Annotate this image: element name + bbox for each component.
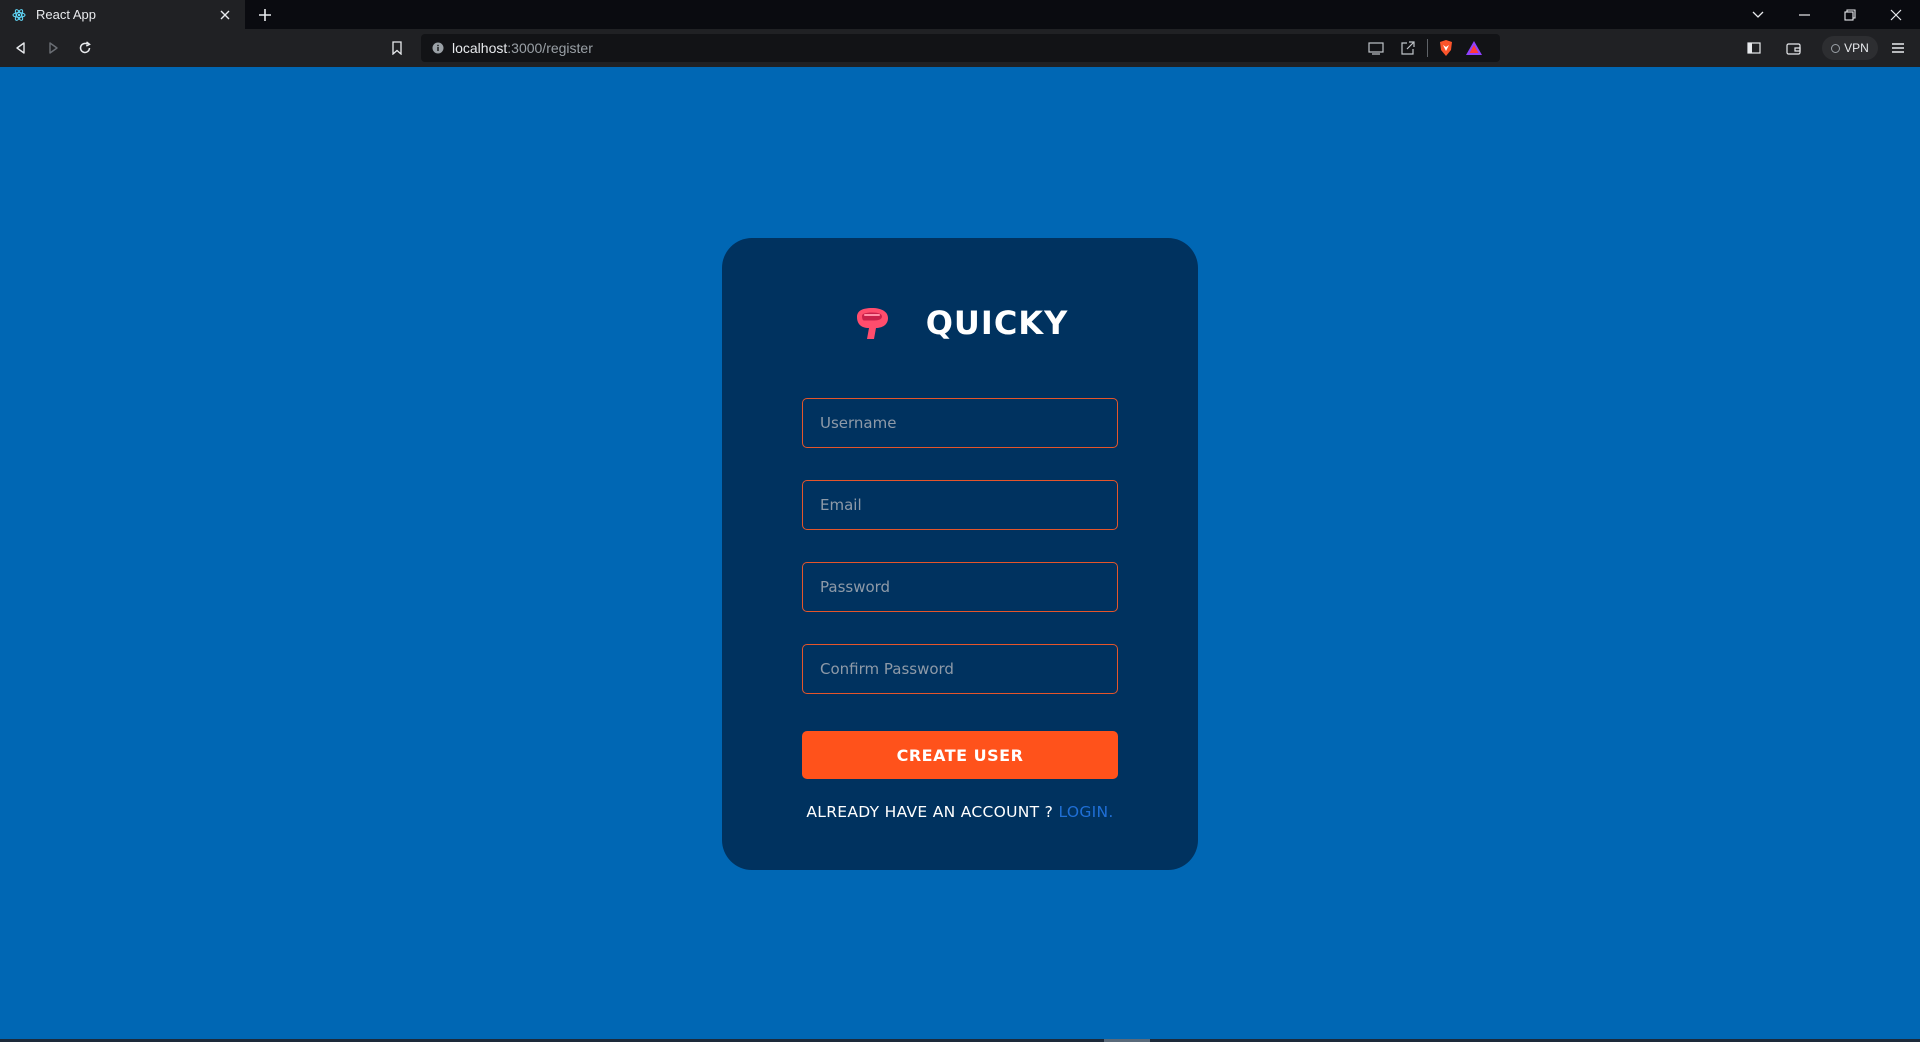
tab-search-icon[interactable]: [1736, 0, 1780, 29]
toolbar-divider: [1427, 39, 1428, 57]
confirm-password-input[interactable]: [802, 644, 1118, 694]
cast-icon[interactable]: [1368, 40, 1384, 60]
forward-icon[interactable]: [42, 37, 64, 59]
react-icon: [12, 8, 26, 22]
back-icon[interactable]: [10, 37, 32, 59]
register-card: QUICKY CREATE USER ALREADY HAVE AN ACCOU…: [722, 238, 1198, 870]
vpn-button[interactable]: VPN: [1822, 36, 1878, 60]
brave-shields-icon[interactable]: [1438, 39, 1454, 61]
create-user-button[interactable]: CREATE USER: [802, 731, 1118, 779]
brave-rewards-icon[interactable]: [1465, 40, 1483, 60]
menu-icon[interactable]: [1887, 37, 1909, 59]
restore-icon[interactable]: [1828, 0, 1872, 29]
quicky-logo-icon: [852, 303, 892, 343]
browser-toolbar: localhost:3000/register VPN: [0, 29, 1920, 67]
vpn-status-icon: [1831, 43, 1841, 53]
tab-title: React App: [36, 7, 96, 22]
password-input[interactable]: [802, 562, 1118, 612]
login-prompt-text: ALREADY HAVE AN ACCOUNT ?: [806, 803, 1059, 821]
browser-titlebar: React App: [0, 0, 1920, 29]
username-input[interactable]: [802, 398, 1118, 448]
login-prompt: ALREADY HAVE AN ACCOUNT ? LOGIN.: [722, 803, 1198, 821]
reload-icon[interactable]: [74, 37, 96, 59]
browser-tab[interactable]: React App: [0, 0, 245, 29]
address-bar[interactable]: localhost:3000/register: [421, 34, 1500, 62]
brand-name: QUICKY: [925, 304, 1069, 342]
login-link[interactable]: LOGIN.: [1058, 803, 1113, 821]
page-background: QUICKY CREATE USER ALREADY HAVE AN ACCOU…: [0, 67, 1920, 1042]
minimize-icon[interactable]: [1782, 0, 1826, 29]
brand-header: QUICKY: [722, 298, 1198, 348]
close-window-icon[interactable]: [1874, 0, 1918, 29]
wallet-icon[interactable]: [1782, 37, 1804, 59]
site-info-icon[interactable]: [432, 42, 444, 54]
bookmark-icon[interactable]: [386, 37, 408, 59]
share-icon[interactable]: [1400, 40, 1416, 60]
url-path: :3000/register: [507, 40, 593, 56]
url-host: localhost: [452, 40, 508, 56]
close-tab-icon[interactable]: [217, 7, 233, 23]
new-tab-icon[interactable]: [255, 5, 275, 25]
vpn-label: VPN: [1844, 41, 1869, 55]
email-input[interactable]: [802, 480, 1118, 530]
sidebar-icon[interactable]: [1743, 37, 1765, 59]
url-text: localhost:3000/register: [452, 40, 593, 56]
